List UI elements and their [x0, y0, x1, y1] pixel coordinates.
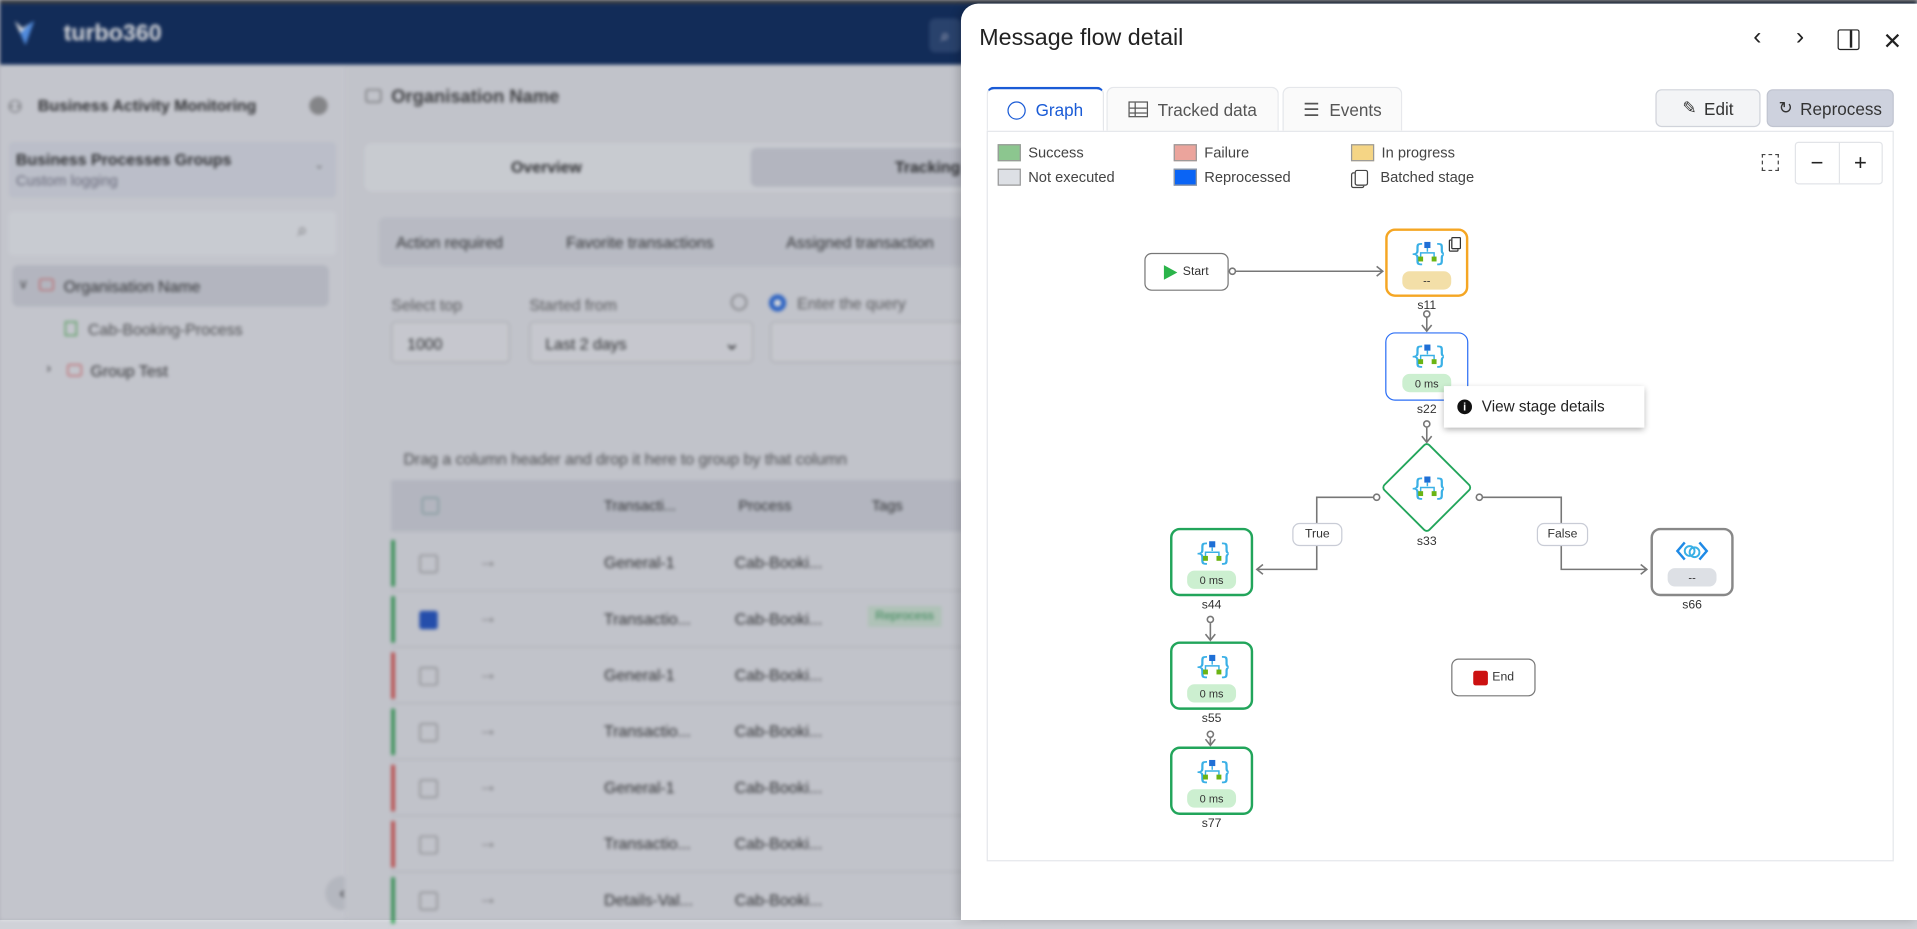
start-node[interactable]: Start	[1144, 252, 1229, 291]
start-label: Start	[1182, 265, 1209, 279]
stop-icon	[1472, 670, 1488, 685]
duration-pill: --	[1402, 271, 1452, 290]
edge-label-true: True	[1292, 522, 1343, 547]
node-s77[interactable]: {} 0 ms	[1170, 746, 1254, 815]
node-label: s33	[1416, 535, 1437, 549]
node-label: s77	[1201, 817, 1222, 831]
edge-s22-s33	[1421, 427, 1433, 444]
svg-text:}: }	[1434, 238, 1444, 267]
duration-pill: --	[1667, 568, 1717, 587]
svg-text:}: }	[1219, 757, 1229, 786]
api-icon	[1675, 541, 1709, 561]
node-s11[interactable]: {} --	[1385, 228, 1469, 297]
logic-app-icon: {}	[1410, 473, 1450, 502]
node-label: s55	[1201, 712, 1222, 726]
end-node[interactable]: End	[1451, 658, 1536, 697]
node-s66[interactable]: --	[1650, 527, 1734, 597]
edge-s11-s22	[1421, 316, 1433, 333]
svg-text:}: }	[1434, 341, 1444, 370]
logic-app-icon: {}	[1194, 651, 1228, 680]
logic-app-icon: {}	[1194, 757, 1229, 786]
graph-edges	[1204, 265, 1649, 747]
svg-text:}: }	[1434, 473, 1444, 502]
edge-s55-s77	[1204, 737, 1216, 747]
node-s44[interactable]: {} 0 ms	[1170, 527, 1254, 597]
node-s33[interactable]: {}	[1410, 473, 1450, 508]
context-menu: i View stage details	[1443, 386, 1645, 428]
info-icon: i	[1457, 399, 1473, 415]
node-s55[interactable]: {} 0 ms	[1170, 641, 1254, 710]
duration-pill: 0 ms	[1187, 570, 1237, 589]
logic-app-icon: {}	[1410, 238, 1444, 267]
edge-label-false: False	[1536, 522, 1589, 547]
end-label: End	[1492, 670, 1515, 685]
edge-start-s11	[1233, 265, 1385, 277]
node-label: s66	[1682, 598, 1702, 613]
node-label: s11	[1417, 299, 1437, 313]
logic-app-icon: {}	[1410, 341, 1444, 370]
edge-s44-s55	[1204, 623, 1216, 642]
play-icon	[1164, 264, 1178, 280]
view-stage-details-item[interactable]: View stage details	[1482, 398, 1605, 415]
svg-text:}: }	[1219, 651, 1229, 680]
duration-pill: 0 ms	[1187, 789, 1237, 808]
copy-icon	[1451, 237, 1462, 250]
node-label: s44	[1201, 598, 1222, 613]
svg-text:}: }	[1219, 538, 1229, 567]
duration-pill: 0 ms	[1187, 684, 1237, 703]
logic-app-icon: {}	[1194, 538, 1228, 567]
